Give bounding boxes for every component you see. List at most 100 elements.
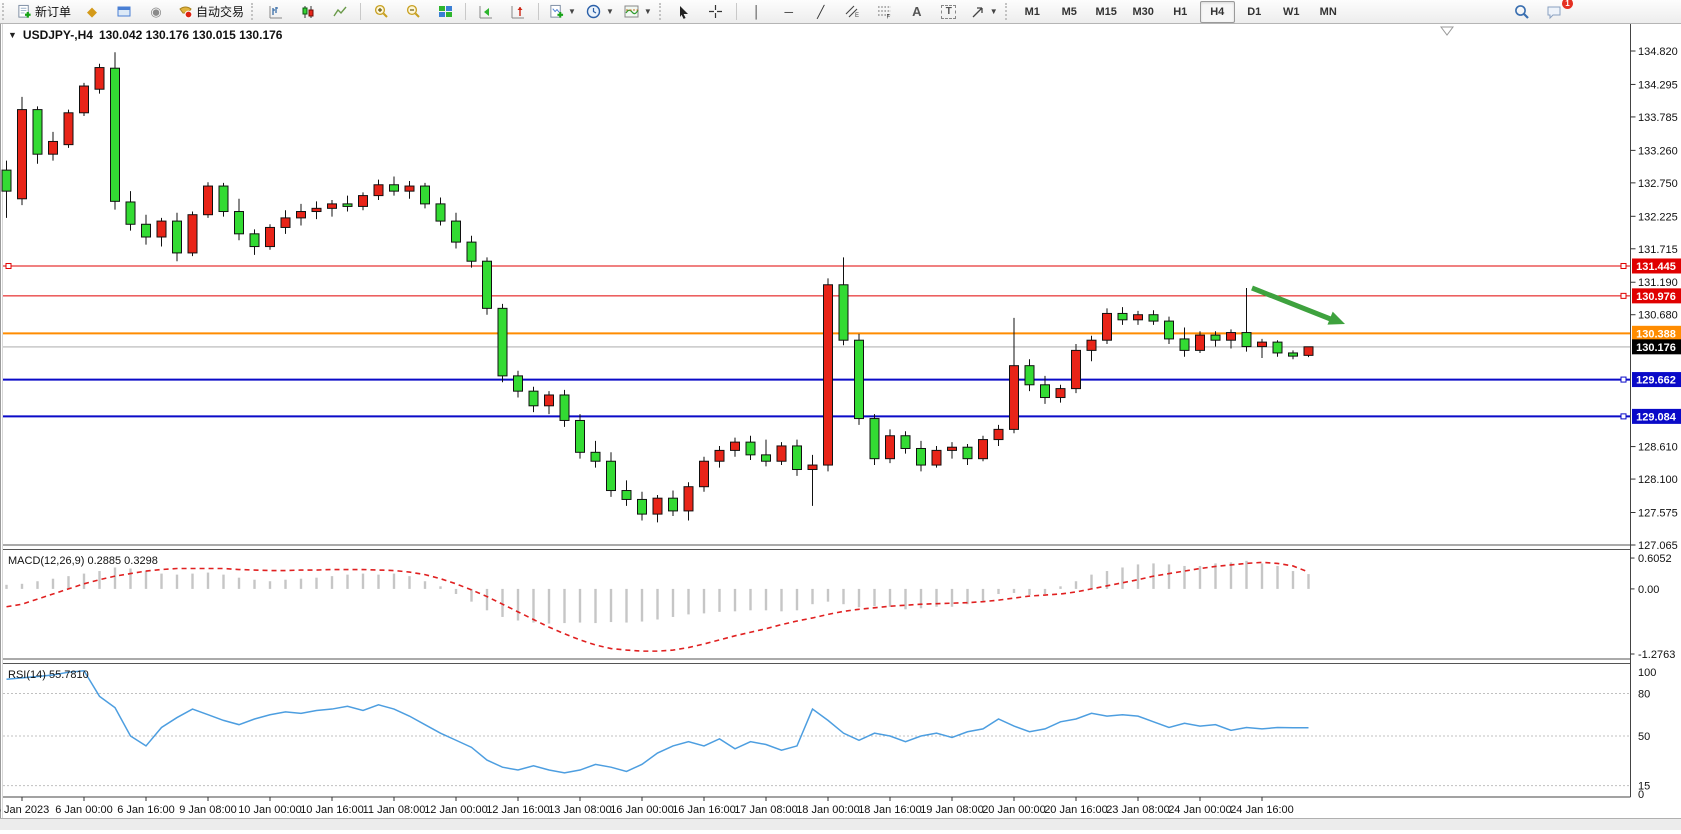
candle (1118, 313, 1127, 319)
timeframe-button-m30[interactable]: M30 (1126, 1, 1161, 23)
timeframe-button-m15[interactable]: M15 (1089, 1, 1124, 23)
top-toolbar: 新订单 ◆ ◉ 自动交易 (0, 0, 1681, 24)
timeframe-button-w1[interactable]: W1 (1274, 1, 1309, 23)
toolbar-grip[interactable] (659, 3, 666, 20)
rsi-level-label: 100 (1638, 667, 1656, 679)
candle (421, 186, 430, 204)
arrows-tool-button[interactable]: ▼ (966, 1, 1002, 23)
chart-shift-button[interactable] (503, 1, 533, 23)
timeframe-button-m5[interactable]: M5 (1052, 1, 1087, 23)
trend-arrow-head[interactable] (1328, 312, 1346, 325)
candle (1087, 340, 1096, 350)
trend-arrow-annotation[interactable] (1252, 288, 1333, 320)
autotrading-button[interactable]: 自动交易 (173, 1, 248, 23)
macd-histogram-bar (532, 589, 534, 623)
candle (1134, 315, 1143, 320)
notifications-button[interactable]: 1 (1539, 1, 1569, 23)
cursor-button[interactable] (669, 1, 699, 23)
price-tick-label: 132.225 (1638, 211, 1678, 223)
symbol-dropdown-icon[interactable]: ▼ (8, 30, 17, 40)
zoom-in-button[interactable] (366, 1, 396, 23)
candle (979, 440, 988, 459)
macd-histogram-bar (780, 589, 782, 611)
date-label: 16 Jan 16:00 (672, 804, 736, 816)
toolbar-grip[interactable] (251, 3, 258, 20)
new-order-icon (16, 4, 32, 20)
timeframe-button-mn[interactable]: MN (1311, 1, 1346, 23)
macd-histogram-bar (393, 574, 395, 589)
macd-histogram-bar (439, 586, 441, 589)
market-watch-button[interactable]: ◆ (77, 1, 107, 23)
crosshair-button[interactable] (701, 1, 731, 23)
auto-scroll-icon (478, 4, 494, 20)
price-badge-label: 130.176 (1636, 342, 1676, 354)
timeframe-button-m1[interactable]: M1 (1015, 1, 1050, 23)
toolbar-grip[interactable] (2, 3, 9, 20)
candle (1103, 313, 1112, 340)
candle (1072, 350, 1081, 388)
search-button[interactable] (1507, 1, 1537, 23)
fibonacci-tool-button[interactable]: F (870, 1, 900, 23)
timeframe-button-h1[interactable]: H1 (1163, 1, 1198, 23)
macd-histogram-bar (842, 589, 844, 604)
signal-button[interactable]: ◉ (141, 1, 171, 23)
candle (1010, 366, 1019, 430)
horizontal-line-tool-button[interactable]: ─ (774, 1, 804, 23)
macd-histogram-bar (1245, 561, 1247, 589)
candle (1149, 315, 1158, 321)
timeframe-button-d1[interactable]: D1 (1237, 1, 1272, 23)
macd-histogram-bar (1028, 589, 1030, 595)
date-label: 24 Jan 16:00 (1230, 804, 1294, 816)
crosshair-icon (708, 4, 724, 20)
chart-canvas[interactable]: 1008050150134.820134.295133.785133.26013… (0, 24, 1681, 829)
candle (994, 429, 1003, 439)
toolbar-grip[interactable] (1005, 3, 1012, 20)
timeframe-button-h4[interactable]: H4 (1200, 1, 1235, 23)
trendline-tool-button[interactable]: ╱ (806, 1, 836, 23)
macd-histogram-bar (346, 575, 348, 589)
candle (917, 448, 926, 465)
price-tick-label: 127.575 (1638, 508, 1678, 520)
new-order-button[interactable]: 新订单 (12, 1, 75, 23)
macd-histogram-bar (1183, 566, 1185, 589)
candle (328, 204, 337, 208)
macd-histogram-bar (625, 589, 627, 623)
hline-handle (6, 263, 11, 268)
candle (142, 224, 151, 237)
clock-icon (586, 4, 602, 20)
periods-button[interactable]: ▼ (582, 1, 618, 23)
zoom-out-button[interactable] (398, 1, 428, 23)
zoom-out-icon (405, 4, 421, 20)
macd-histogram-bar (873, 589, 875, 606)
macd-histogram-bar (1168, 564, 1170, 588)
terminal-window-button[interactable] (109, 1, 139, 23)
macd-histogram-bar (563, 589, 565, 623)
candle (886, 436, 895, 459)
auto-scroll-button[interactable] (471, 1, 501, 23)
candle (467, 242, 476, 261)
vertical-line-tool-button[interactable]: │ (742, 1, 772, 23)
tile-windows-button[interactable] (430, 1, 460, 23)
macd-histogram-bar (160, 574, 162, 589)
bar-chart-button[interactable] (261, 1, 291, 23)
price-tick-label: 128.100 (1638, 474, 1678, 486)
date-label: 17 Jan 08:00 (734, 804, 798, 816)
text-label-tool-button[interactable]: T (934, 1, 964, 23)
toolbar-separator (360, 3, 361, 20)
line-chart-button[interactable] (325, 1, 355, 23)
candle (80, 86, 89, 113)
text-tool-button[interactable]: A (902, 1, 932, 23)
autotrading-icon (177, 4, 193, 20)
macd-histogram-bar (1090, 575, 1092, 589)
macd-histogram-bar (548, 589, 550, 624)
text-label-icon: T (941, 5, 956, 19)
rsi-label: RSI(14) 55.7810 (8, 669, 89, 681)
indicators-template-button[interactable]: ▼ (620, 1, 656, 23)
candlestick-chart-button[interactable] (293, 1, 323, 23)
text-icon: A (909, 4, 925, 20)
new-chart-icon (548, 4, 564, 20)
new-chart-button[interactable]: ▼ (544, 1, 580, 23)
channel-tool-button[interactable]: E (838, 1, 868, 23)
macd-histogram-bar (811, 589, 813, 604)
macd-histogram-bar (858, 589, 860, 607)
